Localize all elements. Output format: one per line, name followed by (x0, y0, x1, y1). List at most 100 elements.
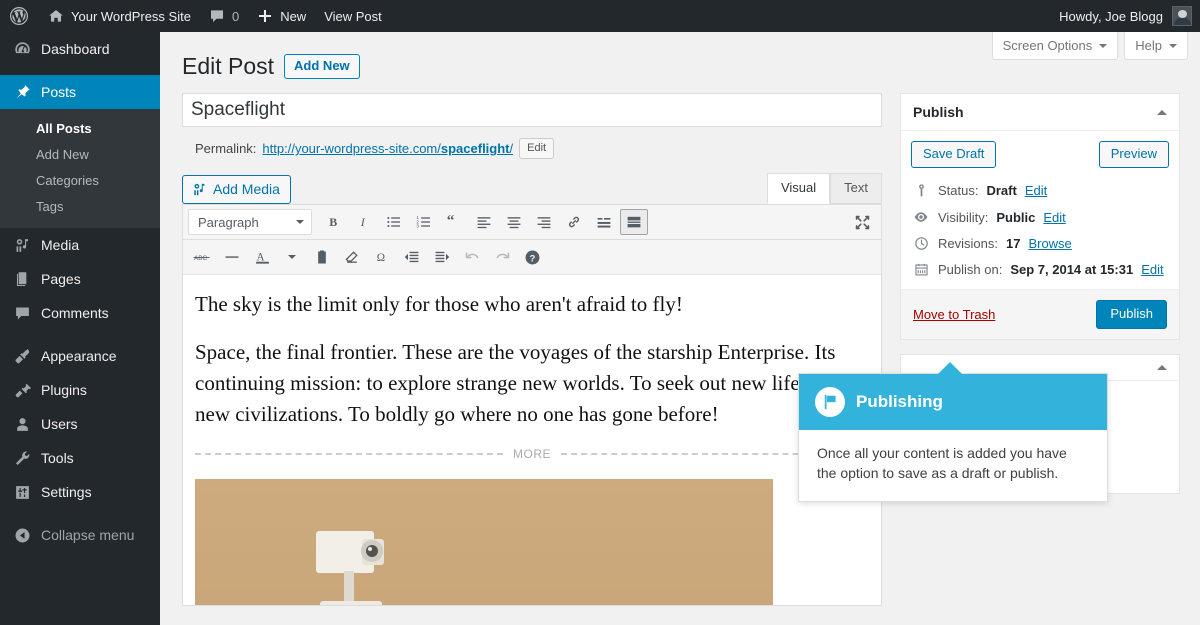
strikethrough-button[interactable]: ABC (188, 244, 216, 270)
svg-text:A: A (256, 251, 264, 263)
help-button[interactable]: Help (1124, 32, 1188, 60)
publish-date-value: Sep 7, 2014 at 15:31 (1010, 262, 1133, 277)
avatar (1172, 6, 1192, 26)
special-character-button[interactable]: Ω (368, 244, 396, 270)
help-button[interactable]: ? (518, 244, 546, 270)
chevron-down-icon (296, 220, 304, 224)
screen-options-label: Screen Options (1003, 38, 1093, 53)
sliders-icon (12, 484, 32, 501)
media-icon (12, 237, 32, 254)
svg-text:I: I (360, 215, 366, 229)
kitchen-sink-button[interactable] (620, 209, 648, 235)
bulleted-list-button[interactable] (380, 209, 408, 235)
sidebar-item-comments[interactable]: Comments (0, 296, 160, 330)
link-button[interactable] (560, 209, 588, 235)
sidebar-item-settings[interactable]: Settings (0, 475, 160, 509)
comment-bubble-icon (209, 8, 225, 24)
svg-text:ABC: ABC (194, 255, 208, 262)
post-inline-image[interactable] (195, 479, 773, 605)
sidebar-item-tools[interactable]: Tools (0, 441, 160, 475)
bold-button[interactable]: B (320, 209, 348, 235)
paste-as-text-button[interactable] (308, 244, 336, 270)
account-menu[interactable]: Howdy, Joe Blogg (1059, 6, 1200, 26)
text-color-dropdown-button[interactable] (278, 244, 306, 270)
chevron-up-icon[interactable] (1157, 110, 1167, 115)
publish-button[interactable]: Publish (1096, 300, 1167, 329)
browse-revisions-link[interactable]: Browse (1028, 236, 1071, 251)
edit-permalink-button[interactable]: Edit (519, 138, 554, 159)
italic-button[interactable]: I (350, 209, 378, 235)
svg-text:Ω: Ω (377, 252, 385, 264)
chevron-down-icon (288, 255, 296, 259)
sidebar-item-add-new[interactable]: Add New (0, 142, 160, 168)
editor-toolbar-row-1: Paragraph B I (183, 205, 881, 240)
wordpress-logo-button[interactable] (0, 0, 39, 32)
sidebar-item-plugins[interactable]: Plugins (0, 373, 160, 407)
indent-button[interactable] (428, 244, 456, 270)
add-new-button[interactable]: Add New (284, 54, 360, 79)
site-name-menu[interactable]: Your WordPress Site (39, 0, 200, 32)
move-to-trash-link[interactable]: Move to Trash (913, 307, 995, 322)
sidebar-item-pages[interactable]: Pages (0, 262, 160, 296)
save-draft-button[interactable]: Save Draft (911, 141, 996, 168)
undo-button[interactable] (458, 244, 486, 270)
eye-icon (912, 209, 930, 225)
sidebar-item-media[interactable]: Media (0, 228, 160, 262)
sidebar-item-label: Appearance (41, 348, 117, 364)
sidebar-item-posts[interactable]: Posts (0, 75, 160, 109)
sidebar-item-label: Settings (41, 484, 92, 500)
screen-options-button[interactable]: Screen Options (992, 32, 1119, 60)
view-post-link[interactable]: View Post (315, 0, 391, 32)
post-title-input[interactable]: Spaceflight (182, 93, 882, 127)
tooltip-header: Publishing (799, 374, 1107, 430)
permalink-slug: spaceflight (441, 141, 510, 156)
content-paragraph: The sky is the limit only for those who … (195, 289, 869, 320)
sidebar-item-all-posts[interactable]: All Posts (0, 116, 160, 142)
numbered-list-button[interactable]: 1 2 3 (410, 209, 438, 235)
publish-date-label: Publish on: (938, 262, 1002, 277)
flag-icon (815, 387, 845, 417)
outdent-button[interactable] (398, 244, 426, 270)
permalink-row: Permalink: http://your-wordpress-site.co… (195, 138, 882, 159)
comments-menu[interactable]: 0 (200, 0, 248, 32)
sidebar-item-label: Tools (41, 450, 74, 466)
sidebar-item-users[interactable]: Users (0, 407, 160, 441)
edit-visibility-link[interactable]: Edit (1043, 210, 1065, 225)
clear-formatting-button[interactable] (338, 244, 366, 270)
admin-bar: Your WordPress Site 0 New View Post Howd… (0, 0, 1200, 32)
fullscreen-icon[interactable] (848, 209, 876, 235)
pin-icon (12, 84, 32, 101)
sidebar-item-dashboard[interactable]: Dashboard (0, 32, 160, 66)
text-color-button[interactable]: A (248, 244, 276, 270)
new-content-menu[interactable]: New (248, 0, 315, 32)
view-post-label: View Post (324, 9, 382, 24)
wordpress-admin-screen: Your WordPress Site 0 New View Post Howd… (0, 0, 1200, 625)
page-wrap: Edit Post Add New Spaceflight Permalink:… (160, 32, 1200, 606)
add-media-button[interactable]: Add Media (182, 175, 291, 204)
permalink-link[interactable]: http://your-wordpress-site.com/spaceflig… (262, 141, 513, 156)
help-label: Help (1135, 38, 1162, 53)
tab-text[interactable]: Text (830, 173, 882, 204)
edit-status-link[interactable]: Edit (1025, 183, 1047, 198)
align-center-button[interactable] (500, 209, 528, 235)
blockquote-button[interactable]: “ (440, 209, 468, 235)
sidebar-item-categories[interactable]: Categories (0, 168, 160, 194)
sidebar-item-appearance[interactable]: Appearance (0, 339, 160, 373)
chevron-up-icon[interactable] (1157, 365, 1167, 370)
sidebar-item-tags[interactable]: Tags (0, 194, 160, 220)
tab-visual[interactable]: Visual (767, 173, 830, 204)
redo-button[interactable] (488, 244, 516, 270)
collapse-menu-button[interactable]: Collapse menu (0, 518, 160, 552)
sidebar-divider (0, 509, 160, 518)
publish-major-actions: Move to Trash Publish (901, 289, 1179, 339)
horizontal-rule-button[interactable] (218, 244, 246, 270)
svg-text:“: “ (447, 214, 455, 229)
edit-publish-date-link[interactable]: Edit (1141, 262, 1163, 277)
svg-text:3: 3 (416, 224, 419, 229)
preview-button[interactable]: Preview (1099, 141, 1169, 168)
editor-content-area[interactable]: The sky is the limit only for those who … (183, 275, 881, 605)
align-right-button[interactable] (530, 209, 558, 235)
paragraph-format-select[interactable]: Paragraph (188, 209, 312, 235)
insert-more-button[interactable] (590, 209, 618, 235)
align-left-button[interactable] (470, 209, 498, 235)
